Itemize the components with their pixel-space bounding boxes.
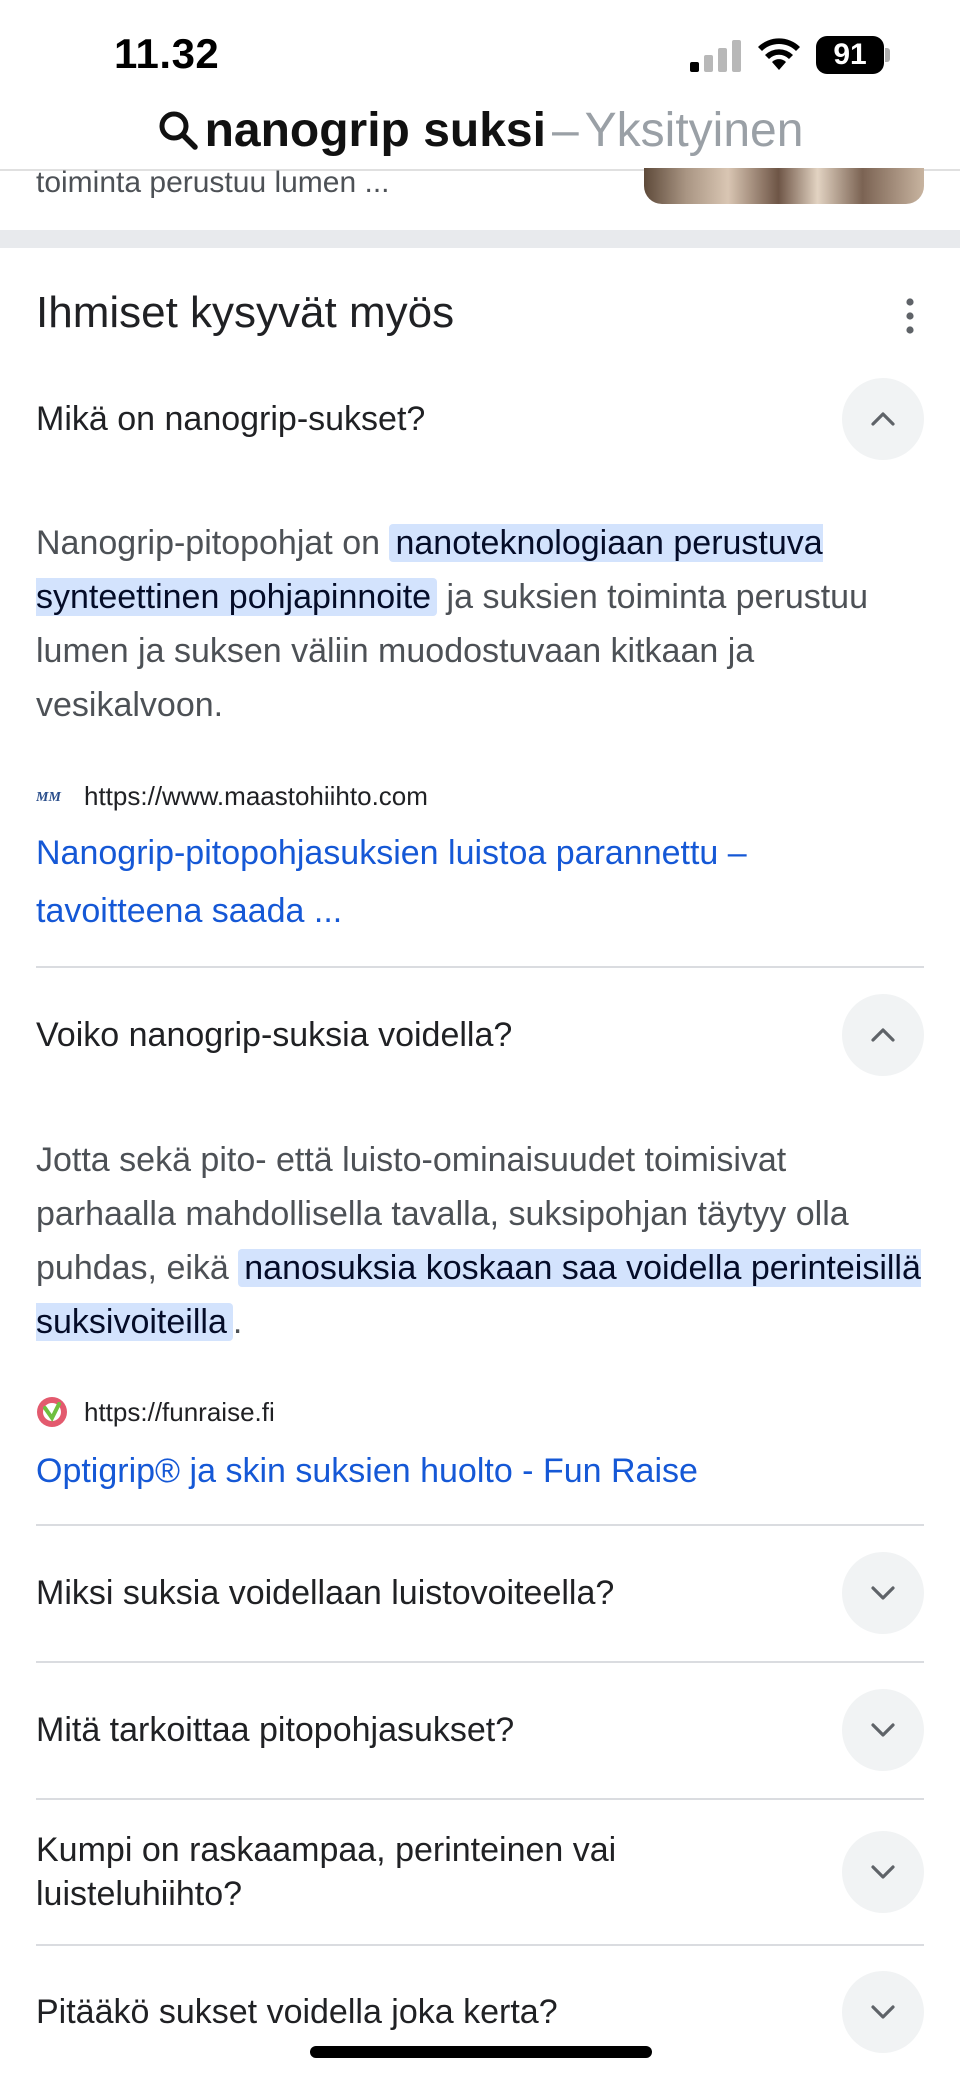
status-time: 11.32 [114, 30, 220, 77]
chevron-up-icon [871, 1028, 895, 1042]
question-row[interactable]: Miksi suksia voidellaan luistovoiteella? [36, 1552, 924, 1634]
chevron-down-icon [871, 2005, 895, 2019]
collapse-button[interactable] [842, 378, 924, 460]
previous-result-thumbnail[interactable] [644, 168, 924, 204]
expand-button[interactable] [842, 1689, 924, 1771]
maastohiihto-favicon: MM [36, 780, 68, 812]
question-text: Miksi suksia voidellaan luistovoiteella? [36, 1573, 615, 1612]
source-link[interactable]: Nanogrip-pitopohjasuksien luistoa parann… [36, 824, 916, 940]
previous-result-snippet: toiminta perustuu lumen ... [36, 166, 390, 199]
battery-icon: 91 [816, 36, 890, 74]
source-link[interactable]: Optigrip® ja skin suksien huolto - Fun R… [36, 1442, 916, 1500]
source-url: https://funraise.fi [84, 1396, 275, 1427]
home-indicator[interactable] [310, 2046, 652, 2058]
private-mode-label: Yksityinen [584, 103, 804, 157]
expand-button[interactable] [842, 1971, 924, 2053]
chevron-down-icon [871, 1723, 895, 1737]
question-row[interactable]: Kumpi on raskaampaa, perinteinen vai lui… [36, 1828, 924, 1916]
chevron-down-icon [871, 1865, 895, 1879]
title-separator: – [551, 103, 579, 157]
divider [36, 1798, 924, 1800]
divider [36, 1944, 924, 1946]
question-text: Kumpi on raskaampaa, perinteinen vai lui… [36, 1831, 617, 1914]
question-row[interactable]: Pitääkö sukset voidella joka kerta? [36, 1971, 924, 2053]
cellular-signal-icon [690, 40, 741, 72]
question-text: Mitä tarkoittaa pitopohjasukset? [36, 1710, 515, 1749]
question-row[interactable]: Voiko nanogrip-suksia voidella? [36, 994, 924, 1076]
source-row[interactable]: MM https://www.maastohiihto.com [36, 780, 428, 812]
source-url: https://www.maastohiihto.com [84, 780, 428, 811]
status-bar: 11.32 91 [0, 0, 960, 100]
browser-title-bar[interactable]: nanogrip suksi – Yksityinen [0, 90, 960, 170]
chevron-up-icon [871, 412, 895, 426]
funraise-favicon [36, 1396, 68, 1428]
question-text: Voiko nanogrip-suksia voidella? [36, 1015, 513, 1054]
more-vert-icon[interactable] [896, 296, 924, 336]
chevron-down-icon [871, 1586, 895, 1600]
answer-text: Jotta sekä pito- että luisto-ominaisuude… [36, 1141, 921, 1341]
divider [36, 1524, 924, 1526]
wifi-icon [758, 38, 800, 70]
question-text: Pitääkö sukset voidella joka kerta? [36, 1992, 558, 2031]
section-divider [0, 230, 960, 248]
svg-text:MM: MM [36, 790, 61, 805]
divider [36, 966, 924, 968]
question-text: Mikä on nanogrip-sukset? [36, 399, 426, 438]
expand-button[interactable] [842, 1552, 924, 1634]
collapse-button[interactable] [842, 994, 924, 1076]
source-row[interactable]: https://funraise.fi [36, 1396, 275, 1428]
question-row[interactable]: Mitä tarkoittaa pitopohjasukset? [36, 1689, 924, 1771]
people-also-ask-heading: Ihmiset kysyvät myös [36, 288, 455, 337]
expand-button[interactable] [842, 1831, 924, 1914]
battery-level: 91 [833, 38, 867, 71]
search-query: nanogrip suksi [204, 103, 546, 157]
question-row[interactable]: Mikä on nanogrip-sukset? [36, 378, 924, 460]
divider [36, 1661, 924, 1663]
search-icon [159, 111, 198, 150]
answer-text: Nanogrip-pitopohjat on nanoteknologiaan … [36, 524, 868, 724]
